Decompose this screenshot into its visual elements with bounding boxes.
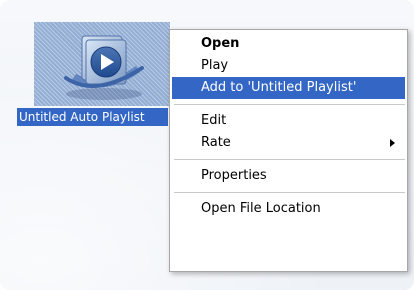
menu-separator: [174, 159, 405, 160]
file-name-label[interactable]: Untitled Auto Playlist: [17, 108, 168, 126]
menu-item-open[interactable]: Open: [172, 33, 405, 55]
playlist-play-icon: [64, 35, 144, 100]
menu-item-rate[interactable]: Rate: [172, 132, 405, 154]
menu-separator: [174, 104, 405, 105]
context-menu: Open Play Add to 'Untitled Playlist' Edi…: [169, 29, 408, 272]
menu-item-open-file-location[interactable]: Open File Location: [172, 198, 405, 220]
menu-item-properties[interactable]: Properties: [172, 165, 405, 187]
menu-item-edit[interactable]: Edit: [172, 110, 405, 132]
menu-item-rate-label: Rate: [201, 135, 231, 150]
menu-item-add-to-playlist[interactable]: Add to 'Untitled Playlist': [172, 77, 405, 99]
submenu-arrow-icon: [390, 139, 395, 147]
auto-playlist-file-icon[interactable]: [34, 22, 170, 106]
menu-separator: [174, 192, 405, 193]
desktop-background: Untitled Auto Playlist Open Play Add to …: [0, 0, 414, 290]
menu-item-play[interactable]: Play: [172, 55, 405, 77]
